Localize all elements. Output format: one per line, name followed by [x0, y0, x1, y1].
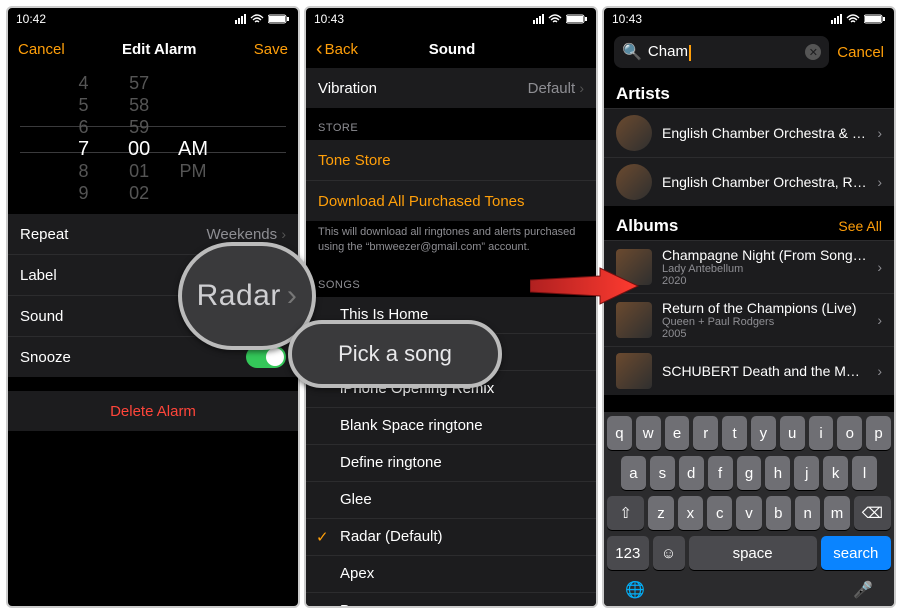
chevron-right-icon: › [877, 259, 882, 275]
tone-store-row[interactable]: Tone Store [306, 140, 596, 180]
albums-header: Albums [616, 216, 678, 236]
page-title: Edit Alarm [122, 41, 196, 58]
status-bar: 10:43 [306, 8, 596, 30]
search-key[interactable]: search [821, 536, 891, 570]
time-picker[interactable]: 456 7 89 575859 00 0102 AM PM [8, 72, 298, 204]
space-key[interactable]: space [689, 536, 817, 570]
mic-icon[interactable]: 🎤 [853, 580, 873, 600]
key-m[interactable]: m [824, 496, 849, 530]
wifi-icon [846, 14, 860, 24]
save-button[interactable]: Save [254, 41, 288, 58]
artist-row[interactable]: English Chamber Orchestra, Richa…› [604, 157, 894, 206]
emoji-key[interactable]: ☺ [653, 536, 685, 570]
chevron-right-icon: › [281, 226, 286, 242]
key-r[interactable]: r [693, 416, 718, 450]
wifi-icon [548, 14, 562, 24]
key-q[interactable]: q [607, 416, 632, 450]
key-i[interactable]: i [809, 416, 834, 450]
status-bar: 10:43 [604, 8, 894, 30]
status-time: 10:42 [16, 12, 46, 26]
album-row[interactable]: SCHUBERT Death and the Maiden…› [604, 346, 894, 395]
key-e[interactable]: e [665, 416, 690, 450]
key-t[interactable]: t [722, 416, 747, 450]
cancel-button[interactable]: Cancel [837, 44, 884, 61]
arrow-icon [530, 266, 640, 306]
key-o[interactable]: o [837, 416, 862, 450]
globe-icon[interactable]: 🌐 [625, 580, 645, 600]
key-z[interactable]: z [648, 496, 673, 530]
shift-key[interactable]: ⇧ [607, 496, 644, 530]
key-d[interactable]: d [679, 456, 704, 490]
search-icon: 🔍 [622, 42, 642, 62]
delete-key[interactable]: ⌫ [854, 496, 891, 530]
song-row[interactable]: ✓Radar (Default) [306, 518, 596, 555]
key-w[interactable]: w [636, 416, 661, 450]
chevron-left-icon: ‹ [316, 38, 323, 61]
see-all-button[interactable]: See All [838, 218, 882, 234]
album-row[interactable]: Return of the Champions (Live)Queen + Pa… [604, 293, 894, 346]
chevron-right-icon: › [579, 80, 584, 96]
song-row[interactable]: Apex [306, 555, 596, 592]
artist-thumb [616, 115, 652, 151]
key-a[interactable]: a [621, 456, 646, 490]
numbers-key[interactable]: 123 [607, 536, 649, 570]
key-g[interactable]: g [737, 456, 762, 490]
back-button[interactable]: ‹Back [316, 38, 358, 61]
song-row[interactable]: Glee [306, 481, 596, 518]
artist-row[interactable]: English Chamber Orchestra & Mur…› [604, 108, 894, 157]
battery-icon [268, 14, 290, 24]
store-header: STORE [306, 108, 596, 140]
vibration-row[interactable]: Vibration Default › [306, 68, 596, 108]
screen-music-search: 10:43 🔍 Cham ✕ Cancel Artists English Ch… [602, 6, 896, 608]
key-y[interactable]: y [751, 416, 776, 450]
song-row[interactable]: Beacon [306, 592, 596, 608]
key-k[interactable]: k [823, 456, 848, 490]
battery-icon [864, 14, 886, 24]
chevron-right-icon: › [877, 125, 882, 141]
album-art [616, 302, 652, 338]
delete-alarm-button[interactable]: Delete Alarm [8, 391, 298, 431]
wifi-icon [250, 14, 264, 24]
album-art [616, 353, 652, 389]
status-time: 10:43 [612, 12, 642, 26]
cancel-button[interactable]: Cancel [18, 41, 65, 58]
key-l[interactable]: l [852, 456, 877, 490]
key-s[interactable]: s [650, 456, 675, 490]
keyboard[interactable]: qwertyuiop asdfghjkl ⇧ zxcvbnm ⌫ 123 ☺ s… [604, 412, 894, 606]
search-input[interactable]: 🔍 Cham ✕ [614, 36, 829, 68]
status-time: 10:43 [314, 12, 344, 26]
clear-icon[interactable]: ✕ [805, 44, 821, 60]
key-v[interactable]: v [736, 496, 761, 530]
page-title: Sound [429, 41, 476, 58]
key-x[interactable]: x [678, 496, 703, 530]
song-row[interactable]: Blank Space ringtone [306, 407, 596, 444]
download-note: This will download all ringtones and ale… [306, 221, 596, 265]
artist-thumb [616, 164, 652, 200]
callout-pick-song: Pick a song [288, 320, 502, 388]
key-j[interactable]: j [794, 456, 819, 490]
download-tones-row[interactable]: Download All Purchased Tones [306, 180, 596, 221]
nav-bar: ‹Back Sound [306, 30, 596, 68]
artists-header: Artists [616, 84, 670, 104]
chevron-right-icon: › [877, 174, 882, 190]
chevron-right-icon: › [877, 363, 882, 379]
battery-icon [566, 14, 588, 24]
key-h[interactable]: h [765, 456, 790, 490]
chevron-right-icon: › [877, 312, 882, 328]
check-icon: ✓ [316, 528, 329, 546]
key-u[interactable]: u [780, 416, 805, 450]
key-n[interactable]: n [795, 496, 820, 530]
album-row[interactable]: Champagne Night (From Songlan…Lady Anteb… [604, 240, 894, 293]
key-c[interactable]: c [707, 496, 732, 530]
key-b[interactable]: b [766, 496, 791, 530]
screen-sound: 10:43 ‹Back Sound Vibration Default › ST… [304, 6, 598, 608]
signal-icon [235, 14, 246, 24]
nav-bar: Cancel Edit Alarm Save [8, 30, 298, 68]
song-row[interactable]: Define ringtone [306, 444, 596, 481]
key-f[interactable]: f [708, 456, 733, 490]
status-bar: 10:42 [8, 8, 298, 30]
signal-icon [533, 14, 544, 24]
signal-icon [831, 14, 842, 24]
key-p[interactable]: p [866, 416, 891, 450]
